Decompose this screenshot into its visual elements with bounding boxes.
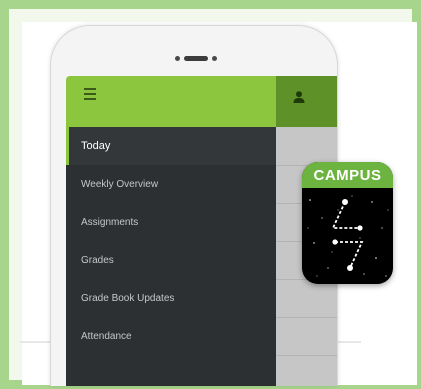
camera-dot <box>175 56 180 61</box>
phone-speaker <box>184 56 208 61</box>
list-divider <box>276 355 337 356</box>
nav-item-today[interactable]: Today <box>66 127 276 165</box>
nav-item-grade-book-updates[interactable]: Grade Book Updates <box>66 279 276 317</box>
nav-item-assignments[interactable]: Assignments <box>66 203 276 241</box>
nav-item-label: Grades <box>81 254 114 266</box>
campus-badge-label: CAMPUS <box>302 162 393 188</box>
phone-screen: Today Weekly Overview Assignments Grades… <box>66 76 337 386</box>
user-icon[interactable] <box>292 90 306 104</box>
phone-mockup: Today Weekly Overview Assignments Grades… <box>50 25 338 386</box>
app-bar <box>66 76 276 127</box>
nav-item-label: Attendance <box>81 330 132 342</box>
nav-item-label: Today <box>81 140 111 152</box>
nav-item-attendance[interactable]: Attendance <box>66 317 276 355</box>
app-bar-user-area <box>276 76 337 127</box>
campus-app-icon: CAMPUS <box>302 162 393 284</box>
nav-item-weekly-overview[interactable]: Weekly Overview <box>66 165 276 203</box>
nav-item-label: Assignments <box>81 216 139 228</box>
nav-item-label: Grade Book Updates <box>81 292 175 304</box>
nav-item-label: Weekly Overview <box>81 178 159 190</box>
campus-constellation-icon <box>307 195 389 277</box>
hamburger-menu-icon[interactable] <box>84 88 96 100</box>
list-divider <box>276 317 337 318</box>
sensor-dot <box>212 56 217 61</box>
nav-item-grades[interactable]: Grades <box>66 241 276 279</box>
navigation-drawer: Today Weekly Overview Assignments Grades… <box>66 127 276 386</box>
